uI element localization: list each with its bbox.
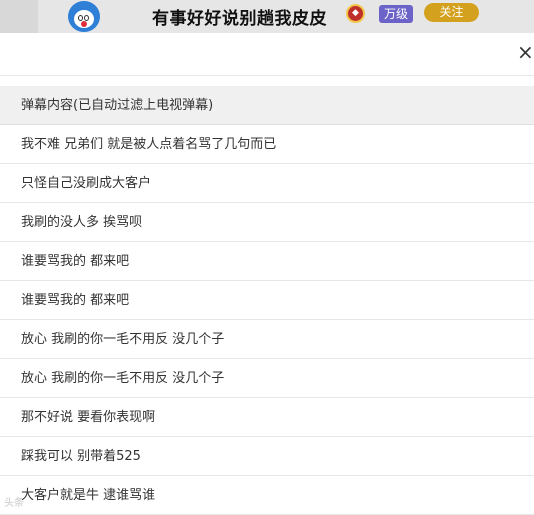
level-badge: 万级 — [379, 5, 414, 23]
list-item[interactable]: 我刷的没人多 挨骂呗 — [0, 203, 534, 242]
list-item[interactable]: 谁要骂我的 都来吧 — [0, 242, 534, 281]
avatar-eye-left — [78, 15, 83, 21]
list-item[interactable]: 只怪自己没刷成大客户 — [0, 164, 534, 203]
room-title: 有事好好说别趟我皮皮 — [152, 9, 327, 29]
list-item[interactable]: 谁要骂我的 都来吧 — [0, 281, 534, 320]
close-icon[interactable]: × — [517, 42, 534, 62]
list-item[interactable]: 那不好说 要看你表现啊 — [0, 398, 534, 437]
watermark: 头条 — [4, 498, 24, 509]
streamer-avatar[interactable] — [68, 1, 100, 32]
avatar-face — [74, 10, 94, 28]
fan-badge-icon: ◆ — [346, 4, 365, 23]
danmaku-list: 弹幕内容(已自动过滤上电视弹幕) 我不难 兄弟们 就是被人点着名骂了几句而已 只… — [0, 86, 534, 515]
avatar-nose — [81, 21, 87, 27]
list-item[interactable]: 放心 我刷的你一毛不用反 没几个子 — [0, 320, 534, 359]
room-header: 有事好好说别趟我皮皮 ◆ 万级 关注 — [0, 0, 534, 33]
list-title: 弹幕内容(已自动过滤上电视弹幕) — [0, 86, 534, 125]
follow-button[interactable]: 关注 — [424, 3, 479, 22]
divider — [0, 75, 534, 76]
list-item[interactable]: 踩我可以 别带着525 — [0, 437, 534, 476]
list-item[interactable]: 大客户就是牛 逮谁骂谁 — [0, 476, 534, 515]
list-item[interactable]: 放心 我刷的你一毛不用反 没几个子 — [0, 359, 534, 398]
list-item[interactable]: 我不难 兄弟们 就是被人点着名骂了几句而已 — [0, 125, 534, 164]
avatar-eye-right — [84, 15, 89, 21]
